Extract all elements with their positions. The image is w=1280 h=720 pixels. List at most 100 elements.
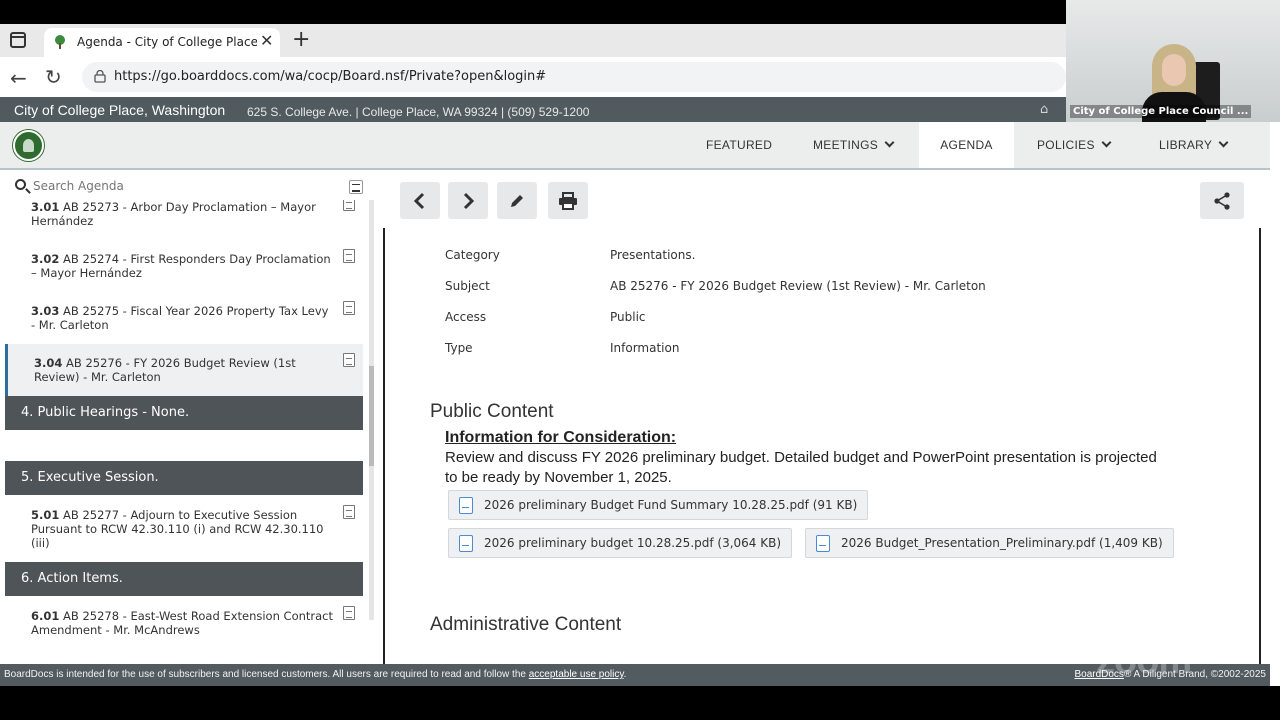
search-agenda-input[interactable]	[33, 176, 333, 196]
pdf-file-icon	[459, 497, 473, 514]
chevron-right-icon	[463, 192, 475, 209]
acceptable-use-policy-link[interactable]: acceptable use policy	[529, 669, 624, 680]
next-button[interactable]	[448, 182, 488, 219]
chevron-down-icon	[884, 137, 895, 148]
document-icon[interactable]	[343, 200, 355, 211]
share-button[interactable]	[1200, 182, 1244, 219]
zoom-video-tile: City of College Place Council ...	[1066, 0, 1280, 122]
right-margin	[1270, 122, 1280, 686]
reload-icon[interactable]: ↻	[45, 65, 62, 89]
browser-tab-agenda[interactable]: Agenda - City of College Place, W ✕	[44, 28, 280, 57]
nav-featured[interactable]: FEATURED	[706, 122, 772, 168]
meta-value-access: Public	[610, 310, 646, 324]
nav-agenda[interactable]: AGENDA	[919, 122, 1014, 168]
file-budget-presentation[interactable]: 2026 Budget_Presentation_Preliminary.pdf…	[805, 528, 1174, 558]
section-4-header[interactable]: 4. Public Hearings - None.	[5, 396, 363, 430]
nav-library[interactable]: LIBRARY	[1159, 122, 1229, 168]
nav-library-label: LIBRARY	[1159, 138, 1213, 152]
tab-close-icon[interactable]: ✕	[260, 31, 273, 50]
agenda-item-3-03[interactable]: 3.03 AB 25275 - Fiscal Year 2026 Propert…	[5, 301, 363, 332]
new-tab-button[interactable]: +	[292, 27, 310, 52]
agenda-item-number: 5.01	[31, 508, 60, 522]
agenda-item-3-04[interactable]: 3.04 AB 25276 - FY 2026 Budget Review (1…	[5, 344, 363, 396]
document-icon[interactable]	[343, 505, 355, 519]
agenda-item-number: 3.02	[31, 252, 60, 266]
browser-tab-bar: Agenda - City of College Place, W ✕ +	[0, 24, 1066, 57]
agenda-item-number: 3.04	[34, 356, 63, 370]
agenda-item-text: AB 25277 - Adjourn to Executive Session …	[31, 508, 324, 550]
print-button[interactable]	[548, 182, 588, 219]
agenda-item-text: AB 25276 - FY 2026 Budget Review (1st Re…	[34, 356, 296, 384]
chevron-down-icon	[1101, 137, 1112, 148]
pdf-file-icon	[816, 535, 830, 552]
previous-button[interactable]	[400, 182, 440, 219]
agenda-item-3-02[interactable]: 3.02 AB 25274 - First Responders Day Pro…	[5, 249, 363, 280]
meta-value-type: Information	[610, 341, 680, 355]
pencil-icon	[511, 194, 523, 207]
agenda-item-text: AB 25273 - Arbor Day Proclamation – Mayo…	[31, 200, 316, 228]
file-preliminary-budget[interactable]: 2026 preliminary budget 10.28.25.pdf (3,…	[448, 528, 793, 558]
list-menu-icon[interactable]	[349, 180, 363, 194]
nav-policies[interactable]: POLICIES	[1037, 122, 1112, 168]
meta-value-category: Presentations.	[610, 248, 696, 262]
file-budget-fund-summary[interactable]: 2026 preliminary Budget Fund Summary 10.…	[448, 490, 869, 520]
document-icon[interactable]	[343, 353, 355, 367]
document-icon[interactable]	[343, 606, 355, 620]
footer-notice-text: BoardDocs is intended for the use of sub…	[4, 669, 529, 680]
footer-notice: BoardDocs is intended for the use of sub…	[4, 669, 626, 680]
agenda-item-5-01[interactable]: 5.01 AB 25277 - Adjourn to Executive Ses…	[5, 505, 363, 550]
meta-label-type: Type	[445, 341, 473, 355]
home-icon[interactable]: ⌂	[1040, 102, 1048, 117]
search-icon	[15, 179, 26, 190]
document-icon[interactable]	[343, 301, 355, 315]
main-area: 3.01 AB 25273 - Arbor Day Proclamation –…	[0, 170, 1270, 664]
back-arrow-icon[interactable]: ←	[10, 66, 27, 90]
nav-policies-label: POLICIES	[1037, 138, 1095, 152]
site-address: 625 S. College Ave. | College Place, WA …	[247, 105, 590, 119]
edit-button[interactable]	[497, 182, 537, 219]
city-seal-logo[interactable]	[13, 130, 44, 161]
administrative-content-heading: Administrative Content	[430, 614, 622, 635]
section-6-header[interactable]: 6. Action Items.	[5, 562, 363, 596]
agenda-item-text: AB 25274 - First Responders Day Proclama…	[31, 252, 331, 280]
meta-label-subject: Subject	[445, 279, 490, 293]
document-icon[interactable]	[343, 249, 355, 263]
nav-meetings[interactable]: MEETINGS	[813, 122, 895, 168]
site-name: City of College Place, Washington	[14, 102, 226, 118]
site-header: City of College Place, Washington 625 S.…	[0, 97, 1066, 122]
zoom-watermark-logo: zoom	[1096, 640, 1192, 682]
agenda-item-number: 3.01	[31, 200, 60, 214]
public-content-heading: Public Content	[430, 401, 554, 422]
file-name: 2026 Budget_Presentation_Preliminary.pdf…	[841, 536, 1163, 550]
agenda-item-3-01[interactable]: 3.01 AB 25273 - Arbor Day Proclamation –…	[5, 200, 363, 228]
share-icon	[1214, 191, 1230, 210]
chevron-down-icon	[1218, 137, 1229, 148]
agenda-item-text: AB 25275 - Fiscal Year 2026 Property Tax…	[31, 304, 329, 332]
agenda-list: 3.01 AB 25273 - Arbor Day Proclamation –…	[5, 200, 363, 664]
video-person-face	[1162, 54, 1186, 86]
agenda-item-number: 6.01	[31, 609, 60, 623]
site-info-icon[interactable]	[94, 70, 106, 83]
file-name: 2026 preliminary budget 10.28.25.pdf (3,…	[484, 536, 782, 550]
tab-title: Agenda - City of College Place, W	[77, 35, 257, 49]
agenda-search	[5, 174, 369, 198]
nav-meetings-label: MEETINGS	[813, 138, 879, 152]
file-name: 2026 preliminary Budget Fund Summary 10.…	[484, 498, 858, 512]
address-bar: ← ↻ https://go.boarddocs.com/wa/cocp/Boa…	[0, 57, 1066, 97]
pdf-file-icon	[459, 535, 473, 552]
section-5-header[interactable]: 5. Executive Session.	[5, 461, 363, 495]
sidebar-scroll-thumb[interactable]	[369, 366, 374, 466]
footer-notice-end: .	[623, 669, 627, 680]
info-title: Information for Consideration:	[445, 429, 677, 446]
url-text: https://go.boarddocs.com/wa/cocp/Board.n…	[114, 69, 547, 84]
meta-label-access: Access	[445, 310, 487, 324]
tree-favicon-icon	[55, 35, 65, 49]
url-field[interactable]: https://go.boarddocs.com/wa/cocp/Board.n…	[82, 62, 1066, 92]
participant-name-label: City of College Place Council ...	[1070, 105, 1252, 118]
agenda-item-6-01[interactable]: 6.01 AB 25278 - East-West Road Extension…	[5, 606, 363, 637]
info-body: Review and discuss FY 2026 preliminary b…	[445, 449, 1157, 486]
agenda-item-text: AB 25278 - East-West Road Extension Cont…	[31, 609, 334, 637]
footer: BoardDocs is intended for the use of sub…	[0, 664, 1270, 686]
tab-actions-icon[interactable]	[10, 32, 26, 48]
meta-label-category: Category	[445, 248, 500, 262]
